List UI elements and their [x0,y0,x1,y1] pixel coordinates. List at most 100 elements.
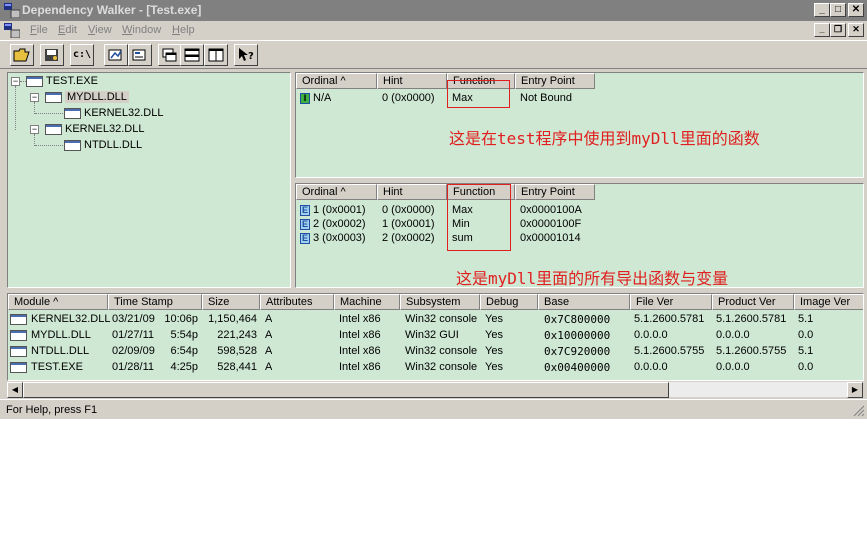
tile-vertical-icon [208,48,224,62]
open-folder-icon [13,48,30,62]
child-restore-button[interactable]: ❐ [830,23,846,37]
column-header-image-ver[interactable]: Image Ver [794,294,863,310]
column-header-machine[interactable]: Machine [334,294,400,310]
menu-window[interactable]: Window [122,24,161,36]
column-header-hint[interactable]: Hint [377,184,447,200]
module-name[interactable]: MYDLL.DLL [10,328,91,343]
column-header-entry-point[interactable]: Entry Point [515,73,595,89]
arrow-right-icon: ▶ [851,385,859,394]
cascade-windows-icon [162,48,177,62]
help-arrow-icon: ? [239,48,254,62]
tree-node-label: TEST.EXE [46,75,98,87]
scroll-thumb[interactable] [23,382,669,398]
tree-line [35,145,63,146]
column-header-size[interactable]: Size [202,294,260,310]
menu-view[interactable]: View [88,24,112,36]
cascade-button[interactable] [158,44,182,66]
module-name[interactable]: TEST.EXE [10,360,83,375]
horizontal-scrollbar[interactable]: ◀ ▶ [7,381,863,398]
export-hint: 2 (0x0002) [382,232,435,244]
export-entry-point: 0x0000100F [520,218,582,230]
column-header-attributes[interactable]: Attributes [260,294,334,310]
child-close-button[interactable]: ✕ [848,23,864,37]
tree-node-ntdll[interactable]: NTDLL.DLL [64,138,142,153]
module-base: 0x7C800000 [544,313,611,326]
restore-icon: ❐ [833,24,843,34]
module-image-ver: 5.1 [798,345,814,357]
export-ordinal[interactable]: E2 (0x0002) [300,217,366,232]
dll-module-icon [64,139,81,151]
collapse-icon[interactable]: − [30,93,39,102]
tree-node-label: KERNEL32.DLL [84,107,164,119]
document-icon[interactable] [4,23,20,38]
exports-annotation: 这是myDll里面的所有导出函数与变量 [456,269,729,288]
tree-node-kernel32-child[interactable]: KERNEL32.DLL [64,106,164,121]
dll-module-icon [10,313,27,325]
save-button[interactable] [40,44,64,66]
column-header-product-ver[interactable]: Product Ver [712,294,794,310]
open-button[interactable] [10,44,34,66]
column-header-debug[interactable]: Debug [480,294,538,310]
menu-file[interactable]: File [30,24,48,36]
module-list[interactable]: Module ^ Time Stamp Size Attributes Mach… [7,293,864,381]
highlight-box [447,80,510,108]
collapse-icon[interactable]: − [11,77,20,86]
full-paths-button[interactable]: c:\ [70,44,94,66]
undecorate-button[interactable] [104,44,128,66]
module-subsystem: Win32 console [405,345,478,357]
export-entry-point: 0x00001014 [520,232,581,244]
tile-horizontal-icon [184,48,200,62]
tile-vertical-button[interactable] [204,44,228,66]
workspace: − TEST.EXE − MYDLL.DLL KERNEL32.DLL − KE… [0,69,867,399]
column-header-subsystem[interactable]: Subsystem [400,294,480,310]
properties-button[interactable] [128,44,152,66]
module-name[interactable]: NTDLL.DLL [10,344,89,359]
menu-edit[interactable]: Edit [58,24,77,36]
exports-list[interactable]: Ordinal ^ Hint Function Entry Point E1 (… [295,183,864,288]
export-ordinal[interactable]: E1 (0x0001) [300,203,366,218]
scroll-right-button[interactable]: ▶ [847,382,863,398]
tile-horizontal-button[interactable] [180,44,204,66]
child-minimize-button[interactable]: _ [814,23,830,37]
module-attributes: A [265,345,273,357]
maximize-button[interactable]: □ [830,3,846,17]
imports-list[interactable]: Ordinal ^ Hint Function Entry Point I N/A… [295,72,864,178]
module-machine: Intel x86 [339,361,381,373]
column-header-module[interactable]: Module ^ [8,294,108,310]
import-ordinal[interactable]: I N/A [300,91,331,106]
arrow-left-icon: ◀ [11,385,19,394]
context-help-button[interactable]: ? [234,44,258,66]
resize-grip-icon[interactable] [853,405,865,417]
module-size: 528,441 [217,361,257,373]
dll-module-icon [45,123,62,135]
close-button[interactable]: ✕ [848,3,864,17]
column-header-time-stamp[interactable]: Time Stamp [108,294,202,310]
column-header-ordinal[interactable]: Ordinal ^ [296,184,377,200]
scroll-left-button[interactable]: ◀ [7,382,23,398]
module-size: 221,243 [217,329,257,341]
tree-node-test-exe[interactable]: TEST.EXE [26,74,98,89]
highlight-box [447,184,511,251]
module-file-ver: 5.1.2600.5781 [634,313,705,325]
minimize-button[interactable]: _ [814,3,830,17]
module-file-ver: 0.0.0.0 [634,361,668,373]
module-tree[interactable]: − TEST.EXE − MYDLL.DLL KERNEL32.DLL − KE… [7,72,291,288]
column-header-ordinal[interactable]: Ordinal ^ [296,73,377,89]
properties-icon [132,49,146,61]
module-file-ver: 5.1.2600.5755 [634,345,705,357]
tree-node-mydll[interactable]: MYDLL.DLL [45,90,129,105]
column-header-base[interactable]: Base [538,294,630,310]
module-image-ver: 0.0 [798,329,814,341]
tree-node-kernel32[interactable]: KERNEL32.DLL [45,122,145,137]
collapse-icon[interactable]: − [30,125,39,134]
export-ordinal[interactable]: E3 (0x0003) [300,231,366,246]
menu-help[interactable]: Help [172,24,195,36]
module-name[interactable]: KERNEL32.DLL [10,312,111,327]
close-icon: ✕ [851,4,861,15]
exe-module-icon [10,361,27,373]
column-header-entry-point[interactable]: Entry Point [515,184,595,200]
module-attributes: A [265,329,273,341]
column-header-hint[interactable]: Hint [377,73,447,89]
column-header-file-ver[interactable]: File Ver [630,294,712,310]
title-bar[interactable]: Dependency Walker - [Test.exe] _ □ ✕ [0,0,867,21]
